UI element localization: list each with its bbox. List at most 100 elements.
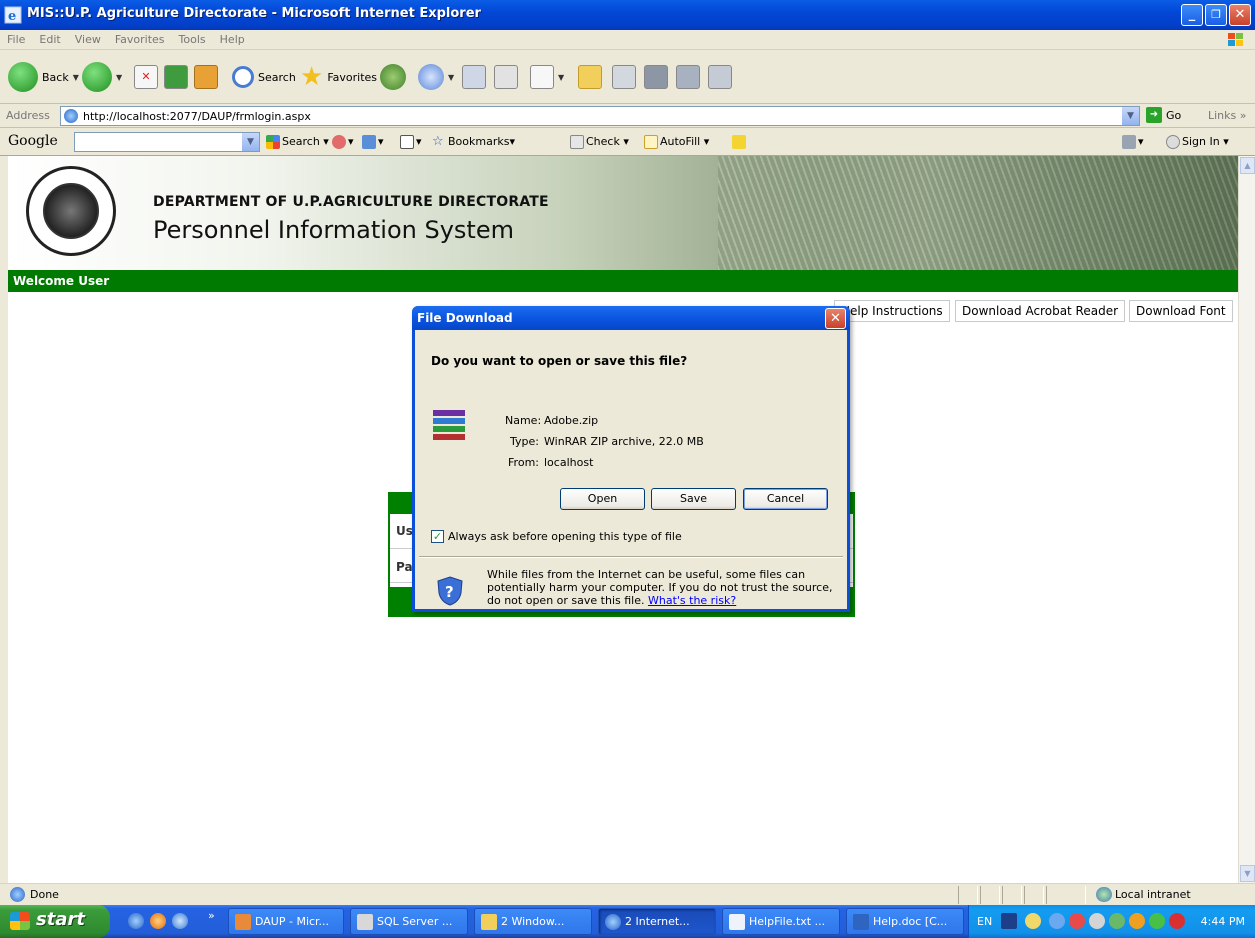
alert-icon[interactable]: [1169, 913, 1185, 929]
bookmarks-button[interactable]: ☆ Bookmarks▾: [432, 135, 515, 149]
help-tray-icon[interactable]: [1001, 913, 1017, 929]
forward-button[interactable]: ▼: [82, 60, 122, 94]
menu-view[interactable]: View: [68, 30, 108, 46]
chevron-down-icon[interactable]: ▼: [242, 133, 259, 151]
menu-help[interactable]: Help: [213, 30, 252, 46]
google-search-button[interactable]: Search ▾: [266, 135, 329, 149]
display-icon[interactable]: [1089, 913, 1105, 929]
home-button[interactable]: [194, 60, 218, 94]
folder-button[interactable]: [578, 60, 602, 94]
messenger-button[interactable]: [676, 60, 700, 94]
help-instructions-link[interactable]: Help Instructions: [834, 300, 950, 322]
task-internet-explorer[interactable]: 2 Internet...: [598, 908, 716, 935]
print-preview-icon: [494, 65, 518, 89]
mail-button[interactable]: ▼: [418, 60, 454, 94]
maximize-button[interactable]: ❐: [1205, 4, 1227, 26]
media-player-icon[interactable]: [150, 913, 166, 929]
ie-quicklaunch-icon[interactable]: [128, 913, 144, 929]
popup-blocker-button[interactable]: ▾: [400, 135, 422, 149]
links-button[interactable]: Links »: [1208, 109, 1246, 122]
file-type: WinRAR ZIP archive, 22.0 MB: [544, 435, 704, 448]
history-icon: [380, 64, 406, 90]
settings-button[interactable]: ▾: [1122, 135, 1144, 149]
history-button[interactable]: [380, 60, 406, 94]
up-government-emblem: [26, 166, 116, 256]
start-button[interactable]: start: [0, 905, 110, 938]
google-search-input[interactable]: ▼: [74, 132, 260, 152]
autofill-button[interactable]: AutoFill ▾: [644, 135, 709, 149]
status-cell: [958, 886, 978, 904]
menu-edit[interactable]: Edit: [32, 30, 67, 46]
print-button[interactable]: [462, 60, 486, 94]
from-label: From:: [508, 456, 539, 469]
app-icon: [235, 914, 251, 930]
antivirus-icon[interactable]: [1069, 913, 1085, 929]
search-button[interactable]: Search: [232, 60, 296, 94]
cancel-button[interactable]: Cancel: [743, 488, 828, 510]
language-indicator[interactable]: EN: [977, 915, 992, 928]
users-icon: [708, 65, 732, 89]
plus-button[interactable]: ▾: [362, 135, 384, 149]
scroll-down-icon[interactable]: ▼: [1240, 865, 1255, 882]
dialog-body: Do you want to open or save this file? N…: [415, 330, 847, 609]
windows-flag-icon: [1228, 33, 1243, 46]
save-button[interactable]: Save: [651, 488, 736, 510]
vertical-scrollbar[interactable]: ▲ ▼: [1238, 156, 1255, 883]
close-button[interactable]: ✕: [1229, 4, 1251, 26]
edit-button[interactable]: ▼: [530, 60, 564, 94]
task-sql-server[interactable]: SQL Server ...: [350, 908, 468, 935]
task-windows-explorer[interactable]: 2 Window...: [474, 908, 592, 935]
chat-icon[interactable]: [1129, 913, 1145, 929]
connection-icon[interactable]: [1109, 913, 1125, 929]
security-center-icon[interactable]: [1149, 913, 1165, 929]
status-cell: [1002, 886, 1022, 904]
task-daup[interactable]: DAUP - Micr...: [228, 908, 344, 935]
minimize-button[interactable]: _: [1181, 4, 1203, 26]
spellcheck-button[interactable]: Check ▾: [570, 135, 629, 149]
users-button[interactable]: [708, 60, 732, 94]
menu-file[interactable]: File: [0, 30, 32, 46]
task-helpfile[interactable]: HelpFile.txt ...: [722, 908, 840, 935]
highlight-button[interactable]: [732, 135, 748, 149]
address-input[interactable]: http://localhost:2077/DAUP/frmlogin.aspx…: [60, 106, 1140, 126]
browser-quicklaunch-icon[interactable]: [172, 913, 188, 929]
dialog-close-button[interactable]: ✕: [825, 308, 846, 329]
open-button[interactable]: Open: [560, 488, 645, 510]
always-ask-checkbox[interactable]: ✓ Always ask before opening this type of…: [431, 530, 682, 543]
windows-logo-icon: [10, 912, 30, 930]
whats-the-risk-link[interactable]: What's the risk?: [648, 594, 736, 607]
window-titlebar: e MIS::U.P. Agriculture Directorate - Mi…: [0, 0, 1255, 30]
address-label: Address: [6, 109, 50, 122]
print-preview-button[interactable]: [494, 60, 518, 94]
quicklaunch-expand-icon[interactable]: »: [208, 909, 215, 922]
favorites-button[interactable]: ★ Favorites: [300, 60, 377, 94]
menu-favorites[interactable]: Favorites: [108, 30, 172, 46]
local-intranet-icon: [1096, 887, 1112, 902]
ie-page-icon: [10, 887, 25, 902]
menu-tools[interactable]: Tools: [172, 30, 213, 46]
download-acrobat-link[interactable]: Download Acrobat Reader: [955, 300, 1126, 322]
sign-in-button[interactable]: Sign In ▾: [1166, 135, 1229, 149]
mail-icon: [418, 64, 444, 90]
address-bar: Address http://localhost:2077/DAUP/frmlo…: [0, 104, 1255, 128]
spellcheck-icon: [570, 135, 584, 149]
network-icon[interactable]: [1049, 913, 1065, 929]
google-logo[interactable]: Google: [8, 133, 58, 149]
chevron-down-icon: ▼: [558, 72, 565, 82]
department-title: DEPARTMENT OF U.P.AGRICULTURE DIRECTORAT…: [153, 194, 549, 210]
task-help-doc[interactable]: Help.doc [C...: [846, 908, 964, 935]
download-font-link[interactable]: Download Font: [1129, 300, 1233, 322]
security-shield-icon: ?: [437, 576, 463, 606]
stop-button[interactable]: ✕: [134, 60, 158, 94]
go-button[interactable]: ➜ Go: [1146, 107, 1181, 123]
notification-icon[interactable]: [1025, 913, 1041, 929]
chevron-down-icon[interactable]: ▼: [1122, 107, 1139, 125]
bookmark-button[interactable]: [644, 60, 668, 94]
highlighter-icon: [732, 135, 746, 149]
research-button[interactable]: [612, 60, 636, 94]
refresh-button[interactable]: [164, 60, 188, 94]
security-zone: Local intranet: [1115, 888, 1191, 901]
scroll-up-icon[interactable]: ▲: [1240, 157, 1255, 174]
pagerank-button[interactable]: ▾: [332, 135, 354, 149]
back-button[interactable]: Back ▼: [8, 60, 79, 94]
